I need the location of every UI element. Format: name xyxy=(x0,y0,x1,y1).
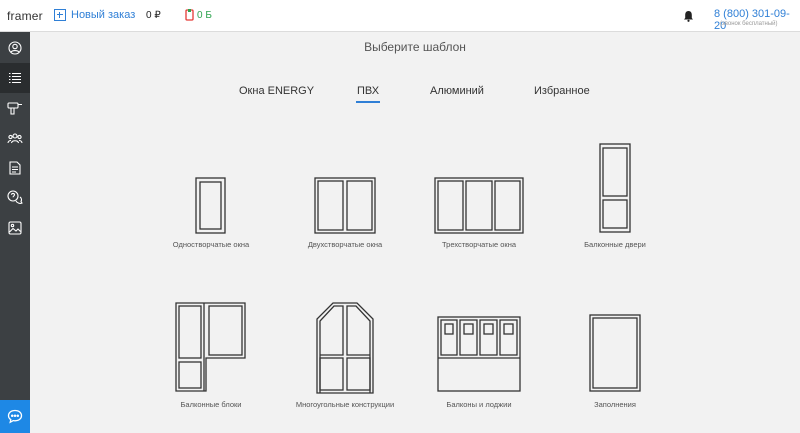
new-order-button[interactable]: Новый заказ xyxy=(54,9,135,21)
chat-button[interactable] xyxy=(0,400,30,433)
tab-pvc[interactable]: ПВХ xyxy=(355,85,381,103)
help-chat-icon xyxy=(7,190,23,204)
template-balcony-doors[interactable]: Балконные двери xyxy=(545,142,685,252)
template-label: Заполнения xyxy=(594,400,636,409)
single-sash-window-icon xyxy=(195,177,226,234)
balcony-block-icon xyxy=(175,302,246,392)
template-label: Балконные блоки xyxy=(180,400,242,409)
main-content: Выберите шаблон Окна ENERGY ПВХ Алюминий… xyxy=(30,32,800,433)
plus-icon xyxy=(54,9,66,21)
sidebar-item-documents[interactable] xyxy=(0,153,30,183)
sidebar-item-profile[interactable] xyxy=(0,33,30,63)
drill-icon xyxy=(7,101,22,115)
bell-icon[interactable] xyxy=(683,9,694,27)
bonus-icon xyxy=(185,9,194,21)
bonus-indicator: 0 Б xyxy=(185,9,212,21)
page-title: Выберите шаблон xyxy=(364,40,466,54)
template-triple-sash[interactable]: Трехстворчатые окна xyxy=(409,172,549,252)
filling-panel-icon xyxy=(589,314,641,392)
balance-value: 0 ₽ xyxy=(146,10,161,21)
sidebar xyxy=(0,32,30,433)
template-single-sash[interactable]: Одностворчатые окна xyxy=(141,172,281,252)
top-bar: framer Новый заказ 0 ₽ 0 Б 8 (800) 301-0… xyxy=(0,0,800,32)
app-logo[interactable]: framer xyxy=(7,9,43,23)
document-icon xyxy=(9,161,21,175)
sidebar-item-clients[interactable] xyxy=(0,123,30,153)
users-icon xyxy=(7,132,23,143)
list-icon xyxy=(9,72,21,84)
triple-sash-window-icon xyxy=(434,177,524,234)
template-label: Балконные двери xyxy=(584,240,646,249)
template-balcony-blocks[interactable]: Балконные блоки xyxy=(141,302,281,412)
sidebar-item-orders[interactable] xyxy=(0,63,30,93)
template-label: Многоугольные конструкции xyxy=(295,400,395,409)
chat-icon xyxy=(7,409,23,424)
template-label: Балконы и лоджии xyxy=(446,400,512,409)
template-tabs: Окна ENERGY ПВХ Алюминий Избранное xyxy=(30,85,800,105)
phone-number[interactable]: 8 (800) 301-09-20 xyxy=(714,8,800,32)
template-balconies-loggias[interactable]: Балконы и лоджии xyxy=(409,302,549,412)
phone-note: (звонок бесплатный) xyxy=(720,21,778,27)
template-label: Двухстворчатые окна xyxy=(307,240,383,249)
template-fillings[interactable]: Заполнения xyxy=(545,302,685,412)
double-sash-window-icon xyxy=(314,177,376,234)
image-icon xyxy=(8,221,22,235)
template-double-sash[interactable]: Двухстворчатые окна xyxy=(275,172,415,252)
bonus-value: 0 Б xyxy=(197,9,212,21)
tab-energy[interactable]: Окна ENERGY xyxy=(239,85,314,97)
tab-favorites[interactable]: Избранное xyxy=(534,85,590,97)
template-label: Одностворчатые окна xyxy=(172,240,250,249)
balcony-loggia-icon xyxy=(437,316,521,392)
template-polygonal[interactable]: Многоугольные конструкции xyxy=(275,302,415,422)
polygonal-construction-icon xyxy=(316,302,374,394)
user-icon xyxy=(8,41,22,55)
sidebar-item-support[interactable] xyxy=(0,183,30,213)
new-order-label: Новый заказ xyxy=(71,9,136,21)
sidebar-item-gallery[interactable] xyxy=(0,213,30,243)
sidebar-item-tools[interactable] xyxy=(0,93,30,123)
balcony-door-icon xyxy=(599,143,631,233)
template-label: Трехстворчатые окна xyxy=(441,240,517,249)
tab-aluminum[interactable]: Алюминий xyxy=(430,85,484,97)
